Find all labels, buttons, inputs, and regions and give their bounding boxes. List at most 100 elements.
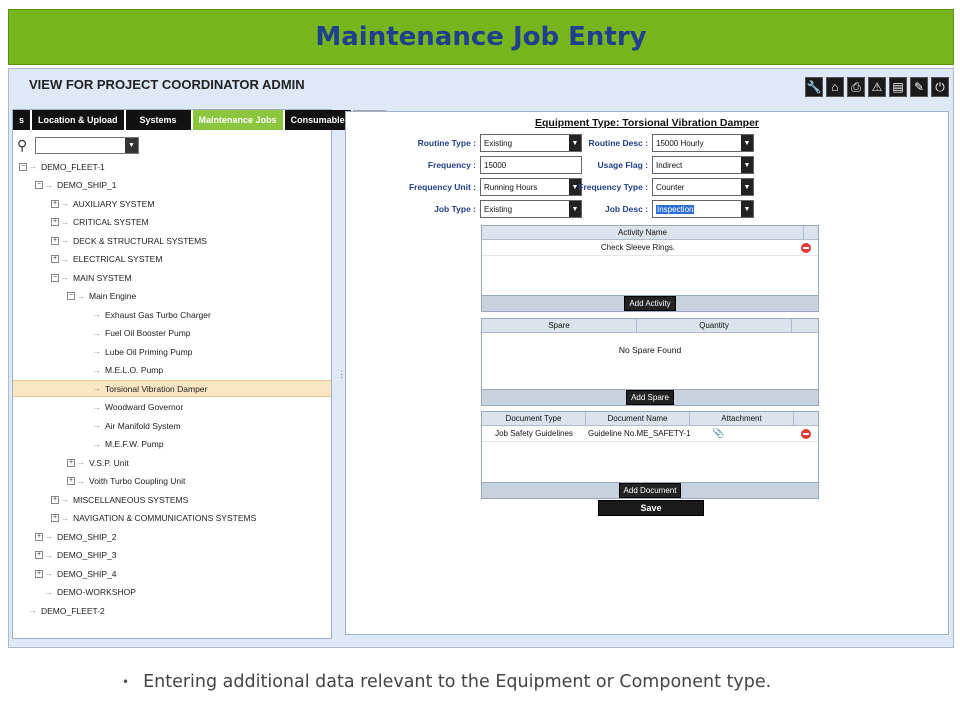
tree-node[interactable]: − → MAIN SYSTEM [51, 269, 132, 286]
tree-node[interactable]: → Torsional Vibration Damper [13, 380, 331, 397]
tree-node[interactable]: → Woodward Governor [83, 399, 183, 416]
tree-node[interactable]: + → ELECTRICAL SYSTEM [51, 251, 162, 268]
delete-icon[interactable] [801, 428, 811, 439]
tab-location-upload[interactable]: Location & Upload [32, 110, 126, 130]
frequency-input[interactable]: 15000 [480, 156, 582, 174]
tree-node-label: DECK & STRUCTURAL SYSTEMS [73, 235, 207, 246]
tree-node[interactable]: + → DEMO_SHIP_2 [35, 528, 117, 545]
tree-node-label: Lube Oil Priming Pump [105, 346, 193, 357]
tree-node[interactable]: − → DEMO_FLEET-1 [19, 158, 105, 175]
home-icon[interactable]: ⌂ [826, 77, 844, 97]
add-activity-button[interactable]: Add Activity [624, 296, 676, 311]
table-row[interactable]: Job Safety Guidelines Guideline No.ME_SA… [482, 426, 818, 442]
paperclip-icon[interactable]: 📎 [712, 428, 724, 439]
expand-icon[interactable]: + [67, 477, 75, 485]
collapse-icon[interactable]: − [51, 273, 59, 282]
arrow-right-icon: → [45, 550, 53, 560]
tree-node[interactable]: → DEMO_FLEET-2 [19, 602, 105, 619]
job-type-select[interactable]: Existing ▼ [480, 200, 582, 218]
tree-node[interactable]: → Lube Oil Priming Pump [83, 343, 192, 360]
tab-consumable[interactable]: Consumable [284, 110, 353, 130]
chevron-down-icon[interactable]: ▼ [125, 138, 138, 153]
routine-type-row: Routine Type : Existing ▼ [406, 134, 582, 152]
chevron-down-icon[interactable]: ▼ [741, 135, 753, 151]
delete-icon[interactable] [801, 242, 811, 253]
tree-node[interactable]: → Air Manifold System [83, 417, 181, 434]
tree-node-label: M.E.L.O. Pump [105, 365, 164, 375]
tree-node[interactable]: → Fuel Oil Booster Pump [83, 325, 191, 342]
tab-partial[interactable]: s [13, 110, 33, 130]
chevron-down-icon[interactable]: ▼ [741, 157, 753, 173]
tree-node[interactable]: + → DEMO_SHIP_3 [35, 547, 117, 564]
add-document-button[interactable]: Add Document [618, 483, 682, 498]
activity-name-cell: Check Sleeve Rings. [600, 243, 676, 252]
collapse-icon[interactable]: − [67, 292, 75, 300]
expand-icon[interactable]: + [51, 236, 59, 245]
save-button[interactable]: Save [598, 500, 704, 516]
tree-node[interactable]: + → NAVIGATION & COMMUNICATIONS SYSTEMS [51, 510, 256, 527]
arrow-right-icon: → [61, 495, 69, 504]
tree-node[interactable]: + → MISCELLANEOUS SYSTEMS [51, 491, 188, 508]
warning-icon[interactable]: ⚠ [868, 77, 886, 97]
arrow-right-icon: → [61, 236, 69, 245]
expand-icon[interactable]: + [35, 532, 43, 541]
expand-icon[interactable]: + [35, 551, 43, 559]
expand-icon[interactable]: + [35, 569, 43, 578]
slide-title: Maintenance Job Entry [315, 22, 647, 52]
collapse-icon[interactable]: − [19, 162, 27, 171]
view-title: VIEW FOR PROJECT COORDINATOR ADMIN [29, 77, 305, 92]
pencil-icon[interactable]: ✎ [910, 77, 928, 97]
tree-node[interactable]: + → Voith Turbo Coupling Unit [67, 473, 185, 490]
document-grid: Document Type Document Name Attachment J… [481, 411, 819, 499]
printer-icon[interactable]: ⎙ [847, 77, 865, 97]
tree-node[interactable]: + → DEMO_SHIP_4 [35, 565, 117, 582]
wrench-icon[interactable]: 🔧 [805, 77, 823, 97]
arrow-right-icon: → [45, 569, 53, 578]
tree-node[interactable]: → Exhaust Gas Turbo Charger [83, 306, 211, 323]
expand-icon[interactable]: + [51, 255, 59, 263]
job-desc-select[interactable]: Inspection ▼ [652, 200, 754, 218]
arrow-right-icon: → [61, 199, 69, 208]
tree-node[interactable]: → M.E.L.O. Pump [83, 362, 163, 379]
tree-node-label: CRITICAL SYSTEM [73, 217, 149, 227]
document-icon[interactable]: ▤ [889, 77, 907, 97]
arrow-right-icon: → [77, 476, 85, 486]
toolbar: 🔧 ⌂ ⎙ ⚠ ▤ ✎ ⏻ [805, 77, 949, 97]
tree-search-select[interactable]: ▼ [35, 137, 139, 154]
tab-bar: s Location & Upload Systems Maintenance … [13, 110, 386, 130]
tree-node[interactable]: + → CRITICAL SYSTEM [51, 214, 149, 231]
collapse-icon[interactable]: − [35, 181, 43, 189]
add-spare-button[interactable]: Add Spare [626, 390, 674, 405]
tree-node[interactable]: + → DECK & STRUCTURAL SYSTEMS [51, 232, 207, 249]
usage-flag-select[interactable]: Indirect ▼ [652, 156, 754, 174]
tree-node[interactable]: − → DEMO_SHIP_1 [35, 177, 117, 194]
table-row[interactable]: Check Sleeve Rings. [482, 240, 818, 256]
search-icon[interactable]: ⚲ [17, 137, 31, 154]
tree-node[interactable]: − → Main Engine [67, 288, 136, 305]
caption-text: Entering additional data relevant to the… [143, 672, 772, 692]
frequency-unit-label: Frequency Unit : [408, 182, 476, 192]
frequency-type-select[interactable]: Counter ▼ [652, 178, 754, 196]
expand-icon[interactable]: + [67, 458, 75, 467]
expand-icon[interactable]: + [51, 199, 59, 208]
frequency-unit-select[interactable]: Running Hours ▼ [480, 178, 582, 196]
expand-icon[interactable]: + [51, 495, 59, 504]
tree-node-label: Woodward Governor [105, 402, 184, 412]
tree-node[interactable]: + → V.S.P. Unit [67, 454, 129, 471]
arrow-right-icon: → [45, 180, 53, 190]
routine-desc-row: Routine Desc : 15000 Hourly ▼ [578, 134, 754, 152]
arrow-right-icon: → [61, 254, 69, 264]
expand-icon[interactable]: + [51, 218, 59, 226]
tree-node[interactable]: → DEMO-WORKSHOP [35, 584, 136, 601]
chevron-down-icon[interactable]: ▼ [741, 179, 753, 195]
power-icon[interactable]: ⏻ [931, 77, 949, 97]
routine-type-select[interactable]: Existing ▼ [480, 134, 582, 152]
document-type-header: Document Type [482, 412, 586, 425]
tree-node[interactable]: → M.E.F.W. Pump [83, 436, 164, 453]
expand-icon[interactable]: + [51, 514, 59, 522]
chevron-down-icon[interactable]: ▼ [741, 201, 753, 217]
routine-desc-select[interactable]: 15000 Hourly ▼ [652, 134, 754, 152]
tab-systems[interactable]: Systems [125, 110, 193, 130]
tab-maintenance-jobs[interactable]: Maintenance Jobs [192, 110, 285, 130]
tree-node[interactable]: + → AUXILIARY SYSTEM [51, 195, 154, 212]
